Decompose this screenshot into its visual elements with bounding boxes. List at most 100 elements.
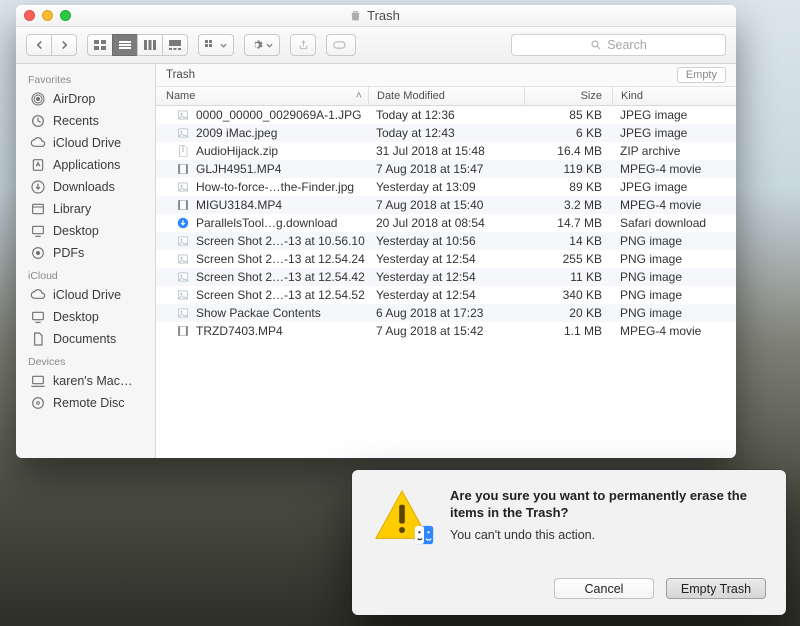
gear-icon (251, 39, 263, 51)
file-name: AudioHijack.zip (196, 144, 278, 158)
movie-file-icon (176, 198, 190, 212)
view-list-button[interactable] (112, 34, 138, 56)
file-row[interactable]: How-to-force-…the-Finder.jpgYesterday at… (156, 178, 736, 196)
file-row[interactable]: Screen Shot 2…-13 at 12.54.42Yesterday a… (156, 268, 736, 286)
sidebar-item-icon (30, 373, 46, 389)
file-name: Show Packae Contents (196, 306, 321, 320)
file-kind: Safari download (612, 216, 736, 230)
file-size: 20 KB (524, 306, 612, 320)
file-name: GLJH4951.MP4 (196, 162, 281, 176)
file-kind: JPEG image (612, 126, 736, 140)
sidebar-item-icon (30, 179, 46, 195)
image-file-icon (176, 288, 190, 302)
sidebar-item-applications[interactable]: Applications (16, 154, 155, 176)
empty-trash-button[interactable]: Empty (677, 67, 726, 83)
file-row[interactable]: Screen Shot 2…-13 at 12.54.24Yesterday a… (156, 250, 736, 268)
image-file-icon (176, 126, 190, 140)
toolbar: Search (16, 27, 736, 64)
sidebar-item-label: Applications (53, 158, 120, 172)
file-row[interactable]: Show Packae Contents6 Aug 2018 at 17:232… (156, 304, 736, 322)
file-row[interactable]: 2009 iMac.jpegToday at 12:436 KBJPEG ima… (156, 124, 736, 142)
col-size[interactable]: Size (524, 87, 612, 105)
sidebar-item-downloads[interactable]: Downloads (16, 176, 155, 198)
file-kind: MPEG-4 movie (612, 162, 736, 176)
traffic-lights (24, 10, 71, 21)
sidebar-item-icon (30, 157, 46, 173)
file-row[interactable]: TRZD7403.MP47 Aug 2018 at 15:421.1 MBMPE… (156, 322, 736, 340)
file-size: 11 KB (524, 270, 612, 284)
file-row[interactable]: MIGU3184.MP47 Aug 2018 at 15:403.2 MBMPE… (156, 196, 736, 214)
sidebar-item-icon (30, 135, 46, 151)
file-date: Yesterday at 12:54 (368, 288, 524, 302)
sidebar-item-recents[interactable]: Recents (16, 110, 155, 132)
view-mode-selector (87, 34, 188, 56)
close-window-button[interactable] (24, 10, 35, 21)
file-kind: ZIP archive (612, 144, 736, 158)
col-name[interactable]: Name ˄ (156, 87, 368, 105)
cancel-button[interactable]: Cancel (554, 578, 654, 599)
sidebar-item-label: PDFs (53, 246, 84, 260)
sidebar-item-icon (30, 245, 46, 261)
sidebar-item-airdrop[interactable]: AirDrop (16, 88, 155, 110)
file-name: MIGU3184.MP4 (196, 198, 282, 212)
columns-icon (144, 40, 156, 50)
file-pane: Trash Empty Name ˄ Date Modified Size Ki… (156, 64, 736, 458)
tags-button[interactable] (326, 34, 356, 56)
sidebar-item-icon (30, 309, 46, 325)
chevron-down-icon (266, 43, 273, 48)
file-size: 14.7 MB (524, 216, 612, 230)
file-name: Screen Shot 2…-13 at 12.54.52 (196, 288, 365, 302)
file-name: Screen Shot 2…-13 at 12.54.24 (196, 252, 365, 266)
window-titlebar[interactable]: Trash (16, 5, 736, 27)
forward-button[interactable] (51, 34, 77, 56)
sidebar-item-desktop[interactable]: Desktop (16, 220, 155, 242)
view-gallery-button[interactable] (162, 34, 188, 56)
file-date: Yesterday at 12:54 (368, 270, 524, 284)
col-kind[interactable]: Kind (612, 87, 736, 105)
sidebar-item-label: Recents (53, 114, 99, 128)
minimize-window-button[interactable] (42, 10, 53, 21)
arrange-button[interactable] (198, 34, 234, 56)
warning-icon (372, 488, 432, 544)
chevron-right-icon (60, 40, 69, 50)
file-kind: PNG image (612, 288, 736, 302)
sidebar-item-karen-s-mac-[interactable]: karen's Mac… (16, 370, 155, 392)
empty-trash-confirm-button[interactable]: Empty Trash (666, 578, 766, 599)
sort-asc-icon: ˄ (356, 90, 362, 102)
sidebar-item-remote-disc[interactable]: Remote Disc (16, 392, 155, 414)
file-row[interactable]: 0000_00000_0029069A-1.JPGToday at 12:368… (156, 106, 736, 124)
file-row[interactable]: GLJH4951.MP47 Aug 2018 at 15:47119 KBMPE… (156, 160, 736, 178)
search-icon (590, 39, 602, 51)
sidebar-item-icloud-drive[interactable]: iCloud Drive (16, 132, 155, 154)
sidebar-item-pdfs[interactable]: PDFs (16, 242, 155, 264)
grid-dropdown-icon (205, 40, 217, 50)
sidebar-item-documents[interactable]: Documents (16, 328, 155, 350)
list-icon (119, 40, 131, 50)
col-date[interactable]: Date Modified (368, 87, 524, 105)
file-list: 0000_00000_0029069A-1.JPGToday at 12:368… (156, 106, 736, 458)
share-button[interactable] (290, 34, 316, 56)
search-field[interactable]: Search (511, 34, 726, 56)
view-column-button[interactable] (137, 34, 163, 56)
view-icon-button[interactable] (87, 34, 113, 56)
file-name: 0000_00000_0029069A-1.JPG (196, 108, 361, 122)
zoom-window-button[interactable] (60, 10, 71, 21)
file-kind: MPEG-4 movie (612, 198, 736, 212)
back-button[interactable] (26, 34, 52, 56)
action-button[interactable] (244, 34, 280, 56)
file-row[interactable]: ParallelsTool…g.download20 Jul 2018 at 0… (156, 214, 736, 232)
sidebar-item-desktop[interactable]: Desktop (16, 306, 155, 328)
image-file-icon (176, 108, 190, 122)
folder-path: Trash (166, 69, 195, 81)
file-row[interactable]: AudioHijack.zip31 Jul 2018 at 15:4816.4 … (156, 142, 736, 160)
file-row[interactable]: Screen Shot 2…-13 at 10.56.10Yesterday a… (156, 232, 736, 250)
file-size: 3.2 MB (524, 198, 612, 212)
file-size: 89 KB (524, 180, 612, 194)
file-row[interactable]: Screen Shot 2…-13 at 12.54.52Yesterday a… (156, 286, 736, 304)
file-name: TRZD7403.MP4 (196, 324, 283, 338)
sidebar-item-icloud-drive[interactable]: iCloud Drive (16, 284, 155, 306)
movie-file-icon (176, 324, 190, 338)
file-date: Yesterday at 12:54 (368, 252, 524, 266)
pathbar: Trash Empty (156, 64, 736, 87)
sidebar-item-library[interactable]: Library (16, 198, 155, 220)
